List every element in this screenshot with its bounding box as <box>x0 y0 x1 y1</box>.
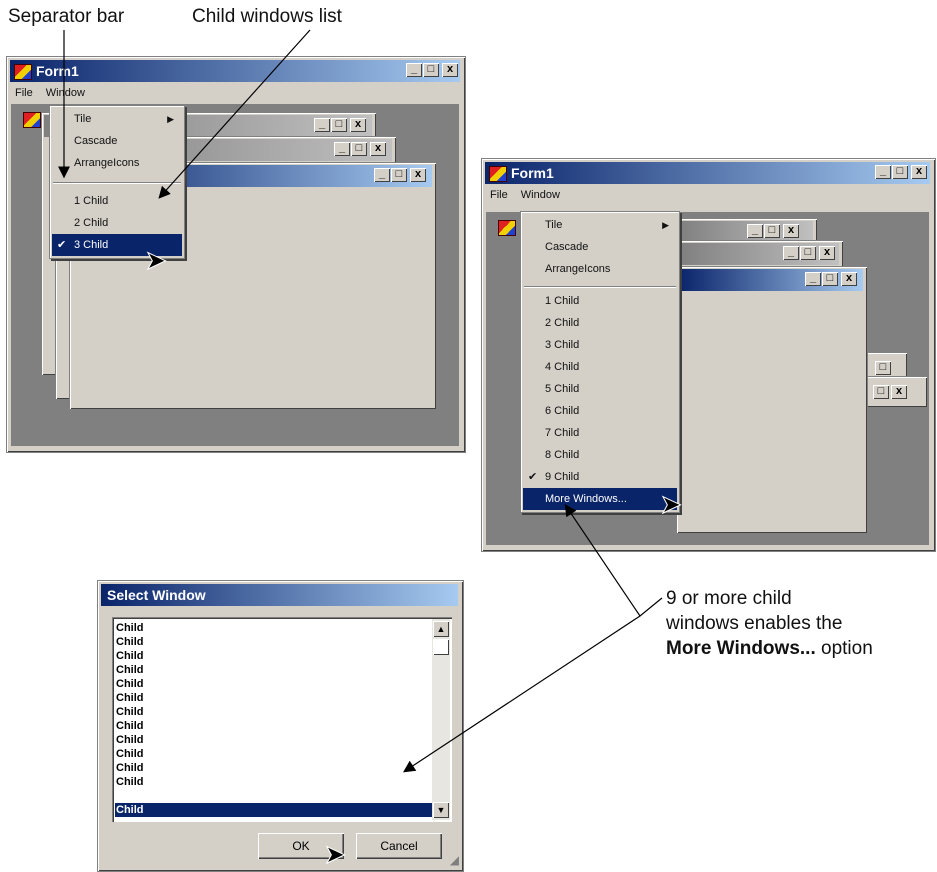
more-windows-pointer <box>564 504 663 617</box>
dialog-pointer <box>402 615 641 773</box>
child-list-pointer <box>158 29 311 199</box>
leader-lines <box>58 29 663 773</box>
